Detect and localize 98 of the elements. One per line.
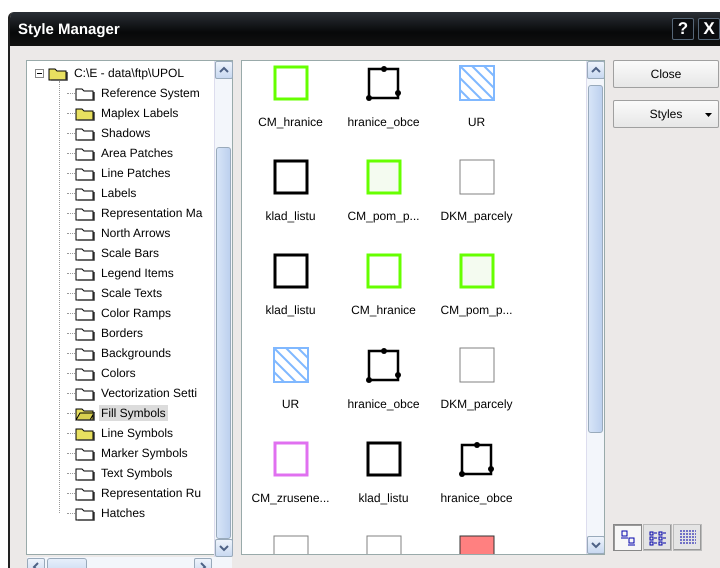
scroll-up-button[interactable] (215, 61, 233, 79)
tree-item[interactable]: Maplex Labels (99, 105, 180, 121)
boundary-symbol-icon (458, 441, 494, 477)
view-mode-button[interactable] (673, 524, 702, 551)
tree-item[interactable]: Line Symbols (99, 425, 176, 441)
tree-item[interactable]: Vectorization Setti (99, 385, 200, 401)
tree-item[interactable]: Marker Symbols (99, 445, 190, 461)
details-view-icon (678, 530, 696, 546)
help-button[interactable]: ? (672, 18, 694, 40)
tree-item[interactable]: Representation Ma (99, 205, 204, 221)
folder-icon (48, 66, 68, 80)
list-view-icon (648, 530, 666, 546)
styles-menu-button[interactable]: Styles (613, 100, 719, 128)
outline-symbol-icon (272, 253, 308, 289)
square-symbol-icon (458, 159, 494, 195)
scroll-down-button[interactable] (215, 539, 233, 557)
tree-item[interactable]: Scale Bars (99, 245, 162, 261)
symbol-label[interactable]: UR (282, 397, 300, 411)
tree-item[interactable]: Area Patches (99, 145, 176, 161)
open-folder-icon (75, 406, 95, 420)
symbol-label[interactable]: DKM_parcely (440, 397, 513, 411)
folder-icon (75, 486, 95, 500)
tree-item[interactable]: Reference System (99, 85, 202, 101)
symbol-label[interactable]: CM_hranice (258, 115, 323, 129)
tree-item[interactable]: Colors (99, 365, 138, 381)
symbol-label[interactable]: DKM_parcely (440, 209, 513, 223)
close-dialog-button[interactable]: Close (613, 60, 719, 88)
collapse-toggle[interactable] (35, 68, 44, 78)
folder-icon (75, 426, 95, 440)
symbol-label[interactable]: CM_pom_p... (440, 303, 513, 317)
scroll-down-button[interactable] (587, 536, 604, 554)
tree-item[interactable]: Text Symbols (99, 465, 174, 481)
folder-icon (75, 186, 95, 200)
view-mode-button[interactable] (613, 524, 642, 551)
folder-icon (75, 226, 95, 240)
tree-item[interactable]: North Arrows (99, 225, 172, 241)
folder-icon (75, 126, 95, 140)
folder-icon (75, 206, 95, 220)
folder-icon (75, 466, 95, 480)
symbol-label[interactable]: klad_listu (265, 303, 316, 317)
outline-symbol-icon (272, 159, 308, 195)
outline-symbol-icon (272, 65, 308, 101)
square-symbol-icon (458, 347, 494, 383)
symbol-label[interactable]: hranice_obce (347, 397, 420, 411)
folder-icon (75, 326, 95, 340)
tree-item[interactable]: Scale Texts (99, 285, 164, 301)
folder-icon (75, 146, 95, 160)
folder-icon (75, 86, 95, 100)
symbol-label[interactable]: CM_hranice (351, 303, 416, 317)
caret-icon (705, 113, 712, 117)
outline-symbol-icon (272, 441, 308, 477)
tree-item[interactable]: Representation Ru (99, 485, 204, 501)
symbol-label[interactable]: hranice_obce (440, 491, 513, 505)
folder-icon (75, 366, 95, 380)
symbol-label[interactable]: UR (468, 115, 486, 129)
folder-icon (75, 246, 95, 260)
minus-icon (37, 70, 42, 76)
symbol-label[interactable]: hranice_obce (347, 115, 420, 129)
tree-item[interactable]: Labels (99, 185, 138, 201)
scroll-up-button[interactable] (587, 61, 604, 79)
tree-item[interactable]: Borders (99, 325, 146, 341)
scroll-thumb[interactable] (216, 147, 231, 539)
vertical-scrollbar[interactable] (214, 61, 232, 557)
symbol-label[interactable]: CM_zrusene... (251, 491, 330, 505)
folder-icon (75, 386, 95, 400)
folder-icon (75, 106, 95, 120)
scroll-thumb[interactable] (588, 85, 603, 433)
symbol-label[interactable]: klad_listu (358, 491, 409, 505)
folder-icon (75, 306, 95, 320)
folder-icon (75, 286, 95, 300)
window-title: Style Manager (18, 20, 121, 38)
tree-item[interactable]: Backgrounds (99, 345, 174, 361)
tree-item[interactable]: Hatches (99, 505, 148, 521)
tree-item[interactable]: Color Ramps (99, 305, 174, 321)
vertical-scrollbar[interactable] (586, 61, 604, 554)
large-icons-view-icon (620, 530, 636, 546)
tree-item[interactable]: Fill Symbols (99, 405, 168, 421)
tree-item[interactable]: C:\E - data\ftp\UPOL (72, 65, 186, 81)
symbol-label[interactable]: klad_listu (265, 209, 316, 223)
outline-symbol-icon (458, 253, 494, 289)
folder-icon (75, 346, 95, 360)
tree-item[interactable]: Legend Items (99, 265, 176, 281)
folder-icon (75, 446, 95, 460)
folder-icon (75, 506, 95, 520)
window-x-button[interactable]: X (698, 18, 720, 40)
folder-icon (75, 166, 95, 180)
folder-icon (75, 266, 95, 280)
outline-symbol-icon (366, 441, 402, 477)
hatched-symbol-icon (272, 347, 308, 383)
hatched-symbol-icon (458, 65, 494, 101)
tree-item[interactable]: Shadows (99, 125, 152, 141)
boundary-symbol-icon (366, 65, 402, 101)
view-mode-button[interactable] (643, 524, 672, 551)
outline-symbol-icon (366, 159, 402, 195)
outline-symbol-icon (366, 253, 402, 289)
symbol-label[interactable]: CM_pom_p... (347, 209, 420, 223)
boundary-symbol-icon (366, 347, 402, 383)
tree-item[interactable]: Line Patches (99, 165, 172, 181)
